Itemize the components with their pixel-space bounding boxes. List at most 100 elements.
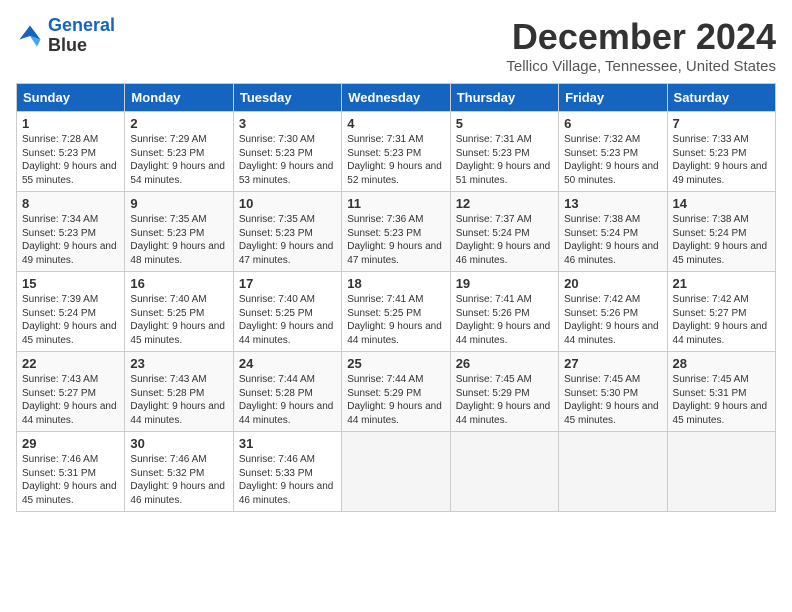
calendar-cell: 22 Sunrise: 7:43 AM Sunset: 5:27 PM Dayl… [17, 352, 125, 432]
calendar-cell: 13 Sunrise: 7:38 AM Sunset: 5:24 PM Dayl… [559, 192, 667, 272]
day-info: Sunrise: 7:46 AM Sunset: 5:33 PM Dayligh… [239, 453, 336, 507]
calendar-cell: 25 Sunrise: 7:44 AM Sunset: 5:29 PM Dayl… [342, 352, 450, 432]
day-number: 28 [673, 356, 770, 371]
col-monday: Monday [125, 84, 233, 112]
header: General Blue December 2024 Tellico Villa… [16, 16, 776, 75]
calendar-cell: 24 Sunrise: 7:44 AM Sunset: 5:28 PM Dayl… [233, 352, 341, 432]
day-info: Sunrise: 7:44 AM Sunset: 5:28 PM Dayligh… [239, 373, 336, 427]
day-number: 5 [456, 116, 553, 131]
calendar-cell: 5 Sunrise: 7:31 AM Sunset: 5:23 PM Dayli… [450, 112, 558, 192]
calendar-cell: 7 Sunrise: 7:33 AM Sunset: 5:23 PM Dayli… [667, 112, 775, 192]
col-saturday: Saturday [667, 84, 775, 112]
day-info: Sunrise: 7:36 AM Sunset: 5:23 PM Dayligh… [347, 213, 444, 267]
day-info: Sunrise: 7:43 AM Sunset: 5:28 PM Dayligh… [130, 373, 227, 427]
day-info: Sunrise: 7:38 AM Sunset: 5:24 PM Dayligh… [673, 213, 770, 267]
calendar-cell: 14 Sunrise: 7:38 AM Sunset: 5:24 PM Dayl… [667, 192, 775, 272]
main-container: General Blue December 2024 Tellico Villa… [0, 0, 792, 520]
day-info: Sunrise: 7:46 AM Sunset: 5:32 PM Dayligh… [130, 453, 227, 507]
day-info: Sunrise: 7:40 AM Sunset: 5:25 PM Dayligh… [130, 293, 227, 347]
calendar-cell: 4 Sunrise: 7:31 AM Sunset: 5:23 PM Dayli… [342, 112, 450, 192]
col-wednesday: Wednesday [342, 84, 450, 112]
day-info: Sunrise: 7:45 AM Sunset: 5:31 PM Dayligh… [673, 373, 770, 427]
calendar-cell: 17 Sunrise: 7:40 AM Sunset: 5:25 PM Dayl… [233, 272, 341, 352]
day-info: Sunrise: 7:41 AM Sunset: 5:25 PM Dayligh… [347, 293, 444, 347]
day-number: 26 [456, 356, 553, 371]
calendar-cell: 21 Sunrise: 7:42 AM Sunset: 5:27 PM Dayl… [667, 272, 775, 352]
calendar-cell: 28 Sunrise: 7:45 AM Sunset: 5:31 PM Dayl… [667, 352, 775, 432]
calendar-cell: 27 Sunrise: 7:45 AM Sunset: 5:30 PM Dayl… [559, 352, 667, 432]
calendar-week-2: 8 Sunrise: 7:34 AM Sunset: 5:23 PM Dayli… [17, 192, 776, 272]
day-number: 7 [673, 116, 770, 131]
month-title: December 2024 [506, 16, 776, 58]
day-number: 15 [22, 276, 119, 291]
day-info: Sunrise: 7:43 AM Sunset: 5:27 PM Dayligh… [22, 373, 119, 427]
calendar-cell: 20 Sunrise: 7:42 AM Sunset: 5:26 PM Dayl… [559, 272, 667, 352]
day-info: Sunrise: 7:37 AM Sunset: 5:24 PM Dayligh… [456, 213, 553, 267]
col-sunday: Sunday [17, 84, 125, 112]
calendar-cell: 18 Sunrise: 7:41 AM Sunset: 5:25 PM Dayl… [342, 272, 450, 352]
day-info: Sunrise: 7:31 AM Sunset: 5:23 PM Dayligh… [456, 133, 553, 187]
calendar-cell: 10 Sunrise: 7:35 AM Sunset: 5:23 PM Dayl… [233, 192, 341, 272]
calendar-cell: 26 Sunrise: 7:45 AM Sunset: 5:29 PM Dayl… [450, 352, 558, 432]
calendar-cell: 3 Sunrise: 7:30 AM Sunset: 5:23 PM Dayli… [233, 112, 341, 192]
calendar-week-3: 15 Sunrise: 7:39 AM Sunset: 5:24 PM Dayl… [17, 272, 776, 352]
day-info: Sunrise: 7:40 AM Sunset: 5:25 PM Dayligh… [239, 293, 336, 347]
day-info: Sunrise: 7:34 AM Sunset: 5:23 PM Dayligh… [22, 213, 119, 267]
calendar-table: Sunday Monday Tuesday Wednesday Thursday… [16, 83, 776, 512]
day-number: 8 [22, 196, 119, 211]
calendar-cell: 12 Sunrise: 7:37 AM Sunset: 5:24 PM Dayl… [450, 192, 558, 272]
day-number: 3 [239, 116, 336, 131]
day-number: 12 [456, 196, 553, 211]
col-friday: Friday [559, 84, 667, 112]
day-number: 17 [239, 276, 336, 291]
calendar-cell: 8 Sunrise: 7:34 AM Sunset: 5:23 PM Dayli… [17, 192, 125, 272]
day-info: Sunrise: 7:29 AM Sunset: 5:23 PM Dayligh… [130, 133, 227, 187]
day-info: Sunrise: 7:30 AM Sunset: 5:23 PM Dayligh… [239, 133, 336, 187]
calendar-cell [342, 432, 450, 512]
day-number: 10 [239, 196, 336, 211]
day-number: 27 [564, 356, 661, 371]
logo-text: General Blue [48, 16, 115, 56]
logo: General Blue [16, 16, 115, 56]
calendar-cell [559, 432, 667, 512]
calendar-cell: 15 Sunrise: 7:39 AM Sunset: 5:24 PM Dayl… [17, 272, 125, 352]
calendar-cell: 6 Sunrise: 7:32 AM Sunset: 5:23 PM Dayli… [559, 112, 667, 192]
day-info: Sunrise: 7:28 AM Sunset: 5:23 PM Dayligh… [22, 133, 119, 187]
day-info: Sunrise: 7:41 AM Sunset: 5:26 PM Dayligh… [456, 293, 553, 347]
calendar-cell [667, 432, 775, 512]
day-number: 13 [564, 196, 661, 211]
calendar-cell: 16 Sunrise: 7:40 AM Sunset: 5:25 PM Dayl… [125, 272, 233, 352]
day-info: Sunrise: 7:35 AM Sunset: 5:23 PM Dayligh… [239, 213, 336, 267]
day-info: Sunrise: 7:45 AM Sunset: 5:30 PM Dayligh… [564, 373, 661, 427]
day-number: 29 [22, 436, 119, 451]
header-row: Sunday Monday Tuesday Wednesday Thursday… [17, 84, 776, 112]
col-thursday: Thursday [450, 84, 558, 112]
day-number: 11 [347, 196, 444, 211]
calendar-cell: 9 Sunrise: 7:35 AM Sunset: 5:23 PM Dayli… [125, 192, 233, 272]
day-number: 4 [347, 116, 444, 131]
day-info: Sunrise: 7:38 AM Sunset: 5:24 PM Dayligh… [564, 213, 661, 267]
day-number: 31 [239, 436, 336, 451]
calendar-cell: 23 Sunrise: 7:43 AM Sunset: 5:28 PM Dayl… [125, 352, 233, 432]
day-number: 19 [456, 276, 553, 291]
day-number: 24 [239, 356, 336, 371]
title-section: December 2024 Tellico Village, Tennessee… [506, 16, 776, 75]
calendar-week-1: 1 Sunrise: 7:28 AM Sunset: 5:23 PM Dayli… [17, 112, 776, 192]
day-number: 2 [130, 116, 227, 131]
day-info: Sunrise: 7:33 AM Sunset: 5:23 PM Dayligh… [673, 133, 770, 187]
day-number: 23 [130, 356, 227, 371]
day-number: 20 [564, 276, 661, 291]
location-subtitle: Tellico Village, Tennessee, United State… [506, 58, 776, 75]
day-info: Sunrise: 7:42 AM Sunset: 5:26 PM Dayligh… [564, 293, 661, 347]
day-info: Sunrise: 7:44 AM Sunset: 5:29 PM Dayligh… [347, 373, 444, 427]
calendar-cell: 2 Sunrise: 7:29 AM Sunset: 5:23 PM Dayli… [125, 112, 233, 192]
calendar-cell: 19 Sunrise: 7:41 AM Sunset: 5:26 PM Dayl… [450, 272, 558, 352]
col-tuesday: Tuesday [233, 84, 341, 112]
day-number: 6 [564, 116, 661, 131]
day-info: Sunrise: 7:46 AM Sunset: 5:31 PM Dayligh… [22, 453, 119, 507]
day-number: 30 [130, 436, 227, 451]
day-info: Sunrise: 7:39 AM Sunset: 5:24 PM Dayligh… [22, 293, 119, 347]
day-number: 14 [673, 196, 770, 211]
day-number: 1 [22, 116, 119, 131]
day-number: 16 [130, 276, 227, 291]
